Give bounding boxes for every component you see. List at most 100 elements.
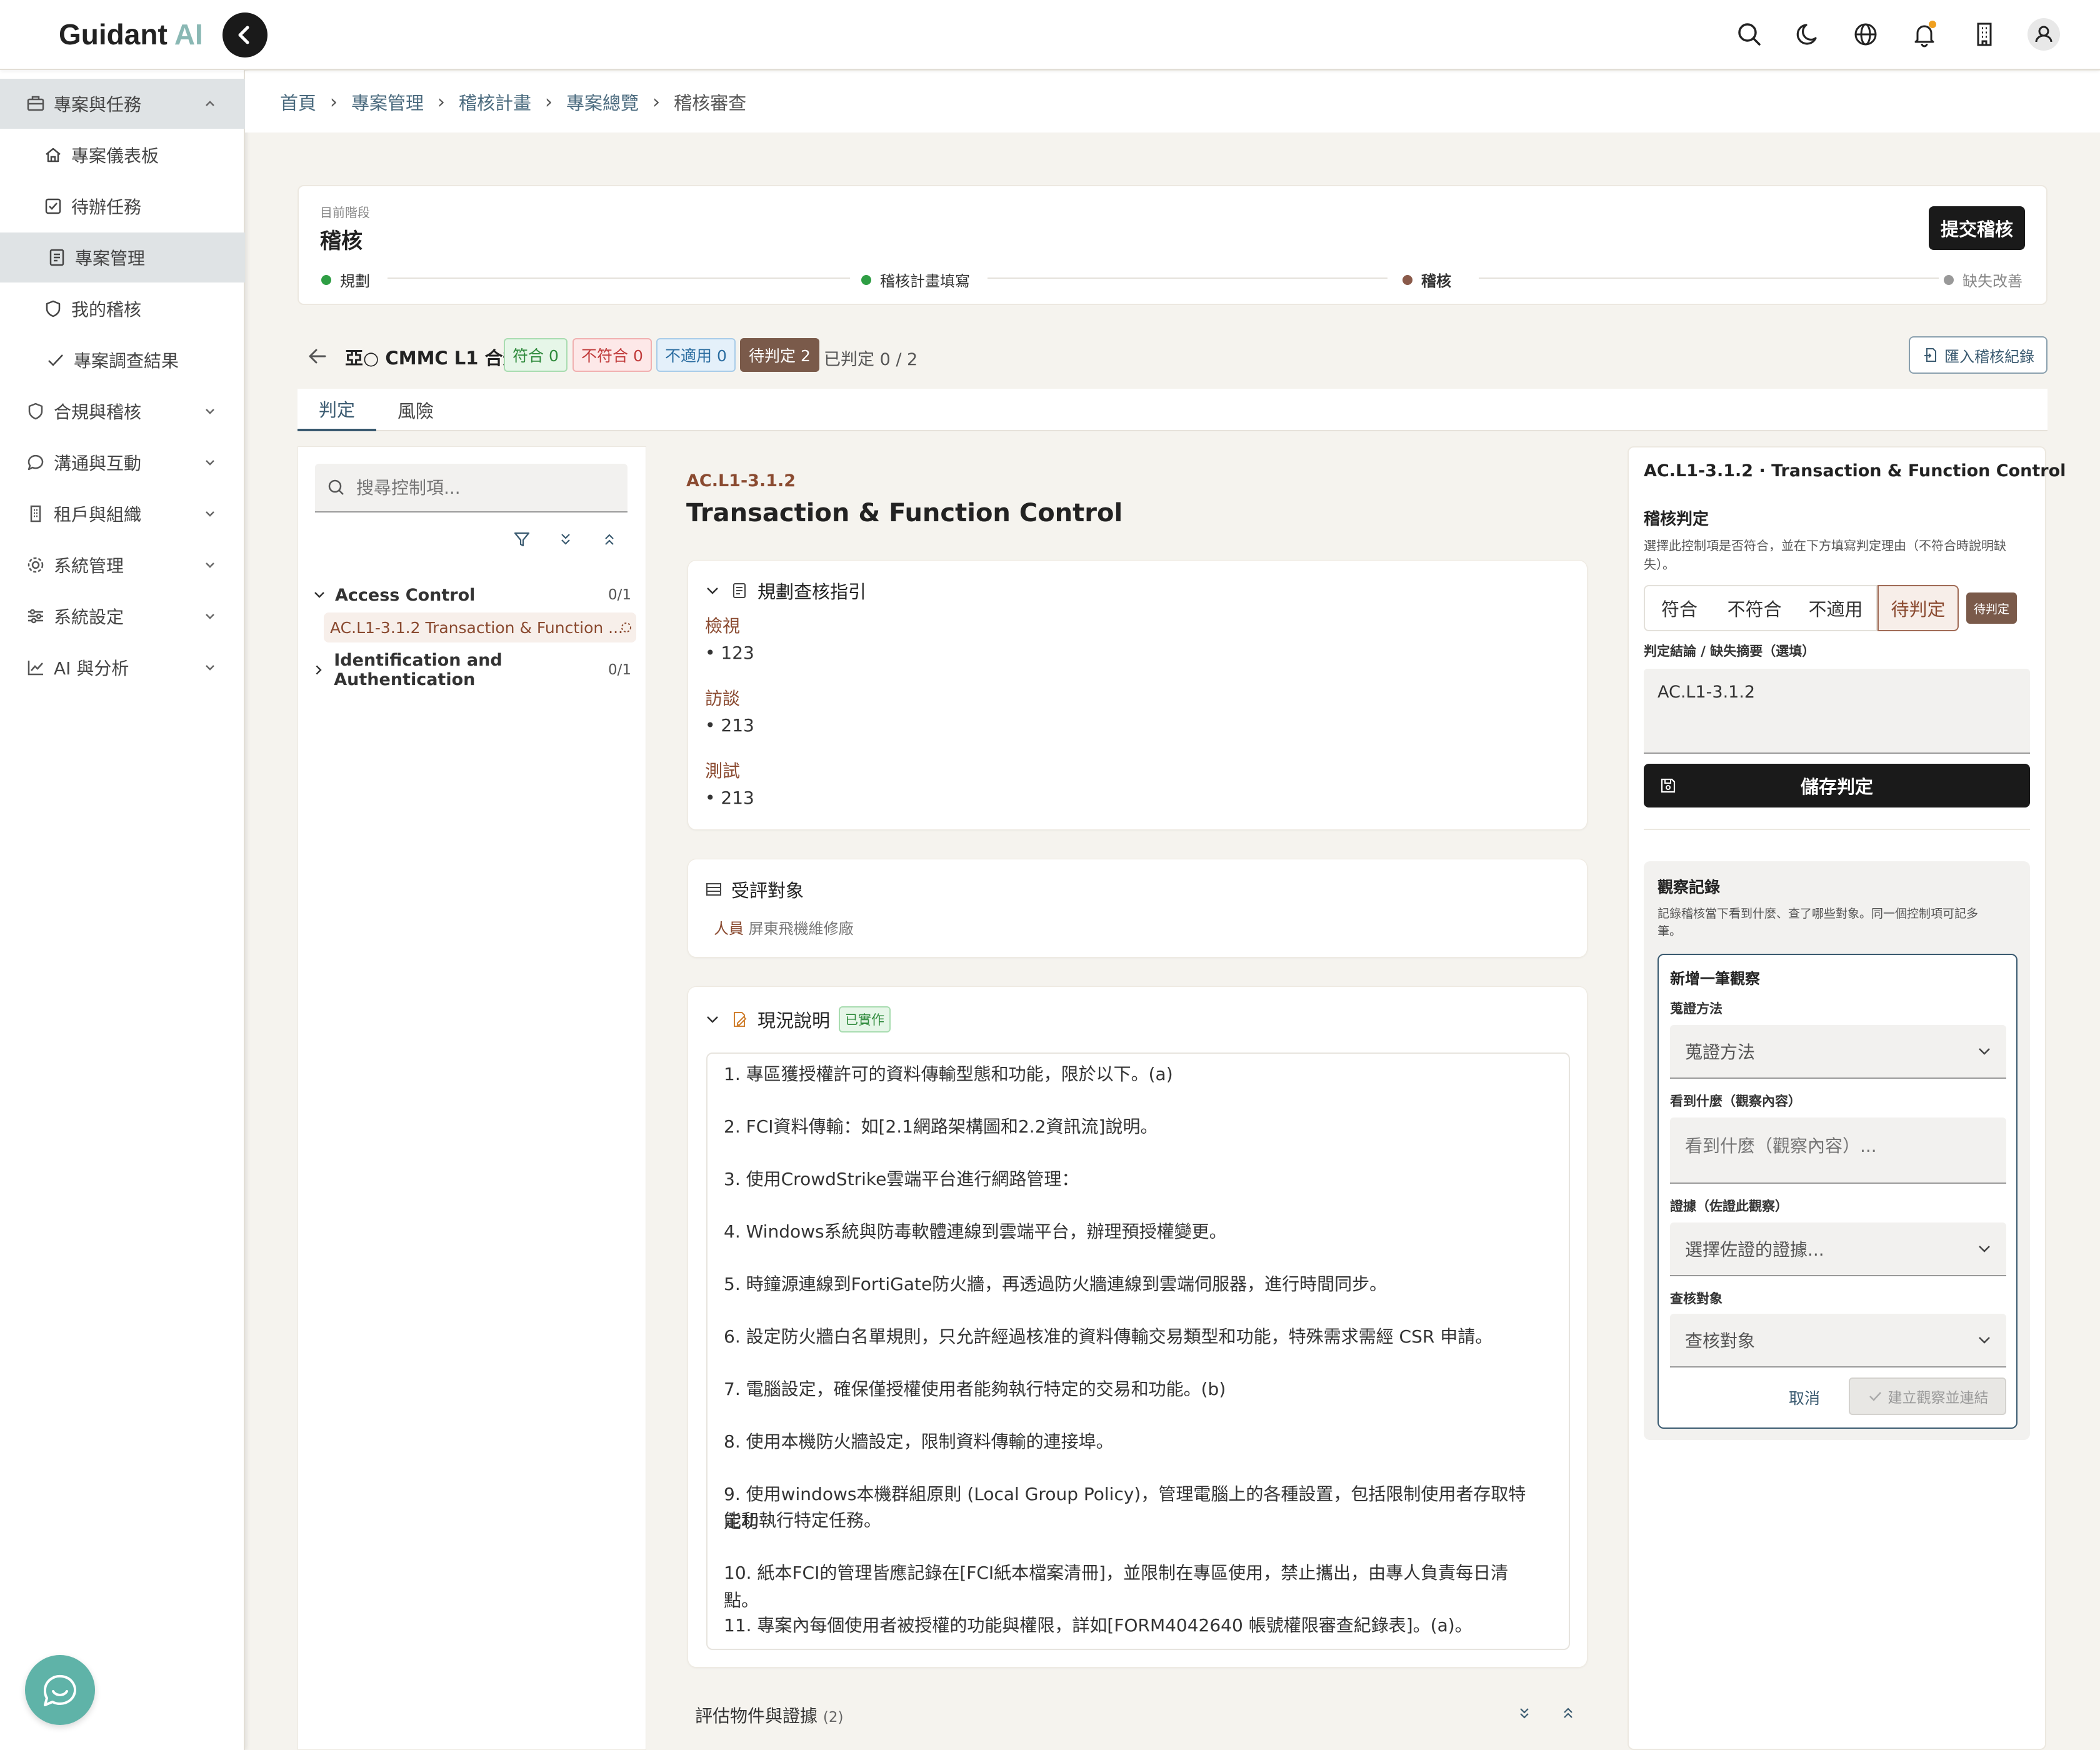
- expand-all-button[interactable]: [555, 529, 576, 550]
- home-icon: [46, 148, 61, 162]
- moon-icon[interactable]: [1793, 19, 1824, 50]
- import-audit-records-button[interactable]: 匯入稽核紀錄: [1909, 336, 2048, 374]
- judge-option-noncompliant[interactable]: 不符合: [1714, 585, 1796, 631]
- pending-status-icon: [621, 622, 631, 632]
- guide-card-header[interactable]: 規劃查核指引: [704, 578, 866, 604]
- stage-step-plan-fill: 稽核計畫填寫: [861, 269, 970, 291]
- control-group-access-control[interactable]: Access Control 0/1: [310, 581, 631, 609]
- evidence-select[interactable]: 選擇佐證的證據...: [1670, 1222, 2006, 1276]
- user-avatar[interactable]: [2028, 18, 2060, 51]
- breadcrumb-project-overview[interactable]: 專案總覽: [566, 89, 639, 115]
- status-line: 5. 時鐘源連線到FortiGate防火牆，再透過防火牆連線到雲端伺服器，進行時…: [724, 1274, 1388, 1294]
- evidence-method-select[interactable]: 蒐證方法: [1670, 1025, 2006, 1079]
- shield-icon: [46, 300, 61, 318]
- chevron-right-icon: ›: [330, 91, 338, 113]
- create-observation-button[interactable]: 建立觀察並連結: [1849, 1378, 2006, 1415]
- evidence-expand-all-button[interactable]: [1515, 1704, 1534, 1722]
- control-id: AC.L1-3.1.2: [686, 471, 796, 491]
- chevron-down-icon: [206, 665, 214, 671]
- implemented-badge: 已實作: [839, 1006, 891, 1032]
- sidebar-group-communication[interactable]: 溝通與互動: [0, 438, 245, 488]
- sidebar-group-tenants[interactable]: 租戶與組織: [0, 489, 245, 539]
- collapse-all-button[interactable]: [599, 529, 620, 550]
- summary-textarea[interactable]: AC.L1-3.1.2: [1644, 669, 2030, 754]
- breadcrumb: 首頁 › 專案管理 › 稽核計畫 › 專案總覽 › 稽核審查: [245, 71, 2100, 132]
- sidebar-group-label: 系統設定: [54, 607, 124, 628]
- judge-option-compliant[interactable]: 符合: [1644, 585, 1715, 631]
- stage-dot: [861, 274, 871, 285]
- shield-icon: [28, 402, 43, 420]
- control-search-input[interactable]: [356, 477, 606, 498]
- chevron-down-icon: [206, 614, 214, 619]
- control-item-ac-l1-3-1-2[interactable]: AC.L1-3.1.2 Transaction & Function ...: [324, 612, 636, 642]
- judge-option-pending[interactable]: 待判定: [1878, 585, 1959, 631]
- sidebar-item-my-audits[interactable]: 我的稽核: [0, 284, 245, 334]
- sidebar-group-label: 溝通與互動: [54, 453, 142, 474]
- tab-risk[interactable]: 風險: [376, 389, 455, 431]
- breadcrumb-audit-plan[interactable]: 稽核計畫: [459, 89, 531, 115]
- sidebar-collapse-button[interactable]: [222, 12, 268, 58]
- method-name: 測試: [705, 761, 741, 781]
- chevron-up-icon: [206, 101, 214, 106]
- method-value: • 213: [705, 788, 754, 808]
- control-search[interactable]: [315, 464, 628, 512]
- globe-icon[interactable]: [1850, 19, 1881, 50]
- observation-title: 觀察記錄: [1658, 878, 1721, 896]
- judgement-title: 稽核判定: [1644, 510, 1709, 529]
- filter-button[interactable]: [511, 529, 532, 550]
- top-bar: Guidant AI: [0, 0, 2100, 70]
- status-line: 1. 專區獲授權許可的資料傳輸型態和功能，限於以下。(a): [724, 1064, 1173, 1084]
- save-judgement-button[interactable]: 儲存判定: [1644, 764, 2030, 808]
- observation-content-textarea[interactable]: [1670, 1118, 2006, 1184]
- sidebar-group-system-settings[interactable]: 系統設定: [0, 591, 245, 641]
- evidence-section-title[interactable]: 評估物件與證據 (2): [695, 1702, 844, 1728]
- bell-icon[interactable]: [1909, 19, 1940, 50]
- sliders-icon: [28, 609, 43, 624]
- sidebar-item-todo[interactable]: 待辦任務: [0, 181, 245, 231]
- breadcrumb-project-management[interactable]: 專案管理: [351, 89, 424, 115]
- chevron-down-icon: [707, 1016, 718, 1023]
- noncompliant-count-badge: 不符合 0: [572, 338, 652, 372]
- status-line: 8. 使用本機防火牆設定，限制資料傳輸的連接埠。: [724, 1431, 1114, 1452]
- sidebar-group-projects[interactable]: 專案與任務: [0, 79, 245, 129]
- audit-target-select[interactable]: 查核對象: [1670, 1314, 2006, 1368]
- status-line: 10. 紙本FCI的管理皆應記錄在[FCI紙本檔案清冊]，並限制在專區使用，禁止…: [724, 1562, 1509, 1611]
- edit-document-icon: [734, 1012, 747, 1027]
- chevron-right-icon: ›: [545, 91, 553, 113]
- chat-support-button[interactable]: [25, 1655, 95, 1725]
- sidebar: 專案與任務 專案儀表板 待辦任務 專案管理 我的稽核 專案調查結果 合規與稽核 …: [0, 70, 245, 1750]
- chevron-right-icon: [316, 665, 322, 675]
- sidebar-item-project-management[interactable]: 專案管理: [0, 232, 245, 282]
- content-label: 看到什麼（觀察內容）: [1670, 1094, 1801, 1109]
- building-icon[interactable]: [1969, 19, 2000, 50]
- evidence-collapse-all-button[interactable]: [1559, 1704, 1578, 1722]
- sidebar-group-ai-analytics[interactable]: AI 與分析: [0, 642, 245, 692]
- stage-caption: 目前階段: [320, 205, 370, 220]
- control-group-identification[interactable]: Identification and Authentication 0/1: [310, 651, 631, 689]
- status-line: 11. 專案內每個使用者被授權的功能與權限，詳如[FORM4042640 帳號權…: [724, 1615, 1472, 1636]
- document-icon: [49, 249, 64, 266]
- submit-audit-button[interactable]: 提交稽核: [1929, 206, 2025, 250]
- back-button[interactable]: [305, 344, 330, 369]
- na-count-badge: 不適用 0: [656, 338, 736, 372]
- stage-dot: [321, 274, 331, 285]
- sidebar-group-compliance[interactable]: 合規與稽核: [0, 386, 245, 436]
- sidebar-group-system-admin[interactable]: 系統管理: [0, 540, 245, 590]
- sidebar-item-findings[interactable]: 專案調查結果: [0, 335, 245, 385]
- current-status-header[interactable]: 現況說明 已實作: [704, 1006, 891, 1032]
- judge-option-na[interactable]: 不適用: [1795, 585, 1878, 631]
- sidebar-item-dashboard[interactable]: 專案儀表板: [0, 130, 245, 180]
- breadcrumb-home[interactable]: 首頁: [280, 89, 316, 115]
- control-title: Transaction & Function Control: [686, 499, 1123, 528]
- search-icon[interactable]: [1734, 19, 1765, 50]
- app-logo[interactable]: Guidant AI: [59, 18, 203, 51]
- chevron-right-icon: ›: [438, 91, 446, 113]
- tab-judgement[interactable]: 判定: [298, 389, 376, 431]
- cancel-observation-button[interactable]: 取消: [1789, 1386, 1820, 1409]
- building-icon: [30, 505, 41, 522]
- summary-label: 判定結論 / 缺失摘要（選填）: [1644, 644, 1816, 659]
- select-placeholder: 蒐證方法: [1685, 1042, 1756, 1062]
- control-group-name: Identification and Authentication: [334, 651, 502, 689]
- sidebar-item-label: 我的稽核: [71, 299, 142, 320]
- compliant-count-badge: 符合 0: [504, 338, 568, 372]
